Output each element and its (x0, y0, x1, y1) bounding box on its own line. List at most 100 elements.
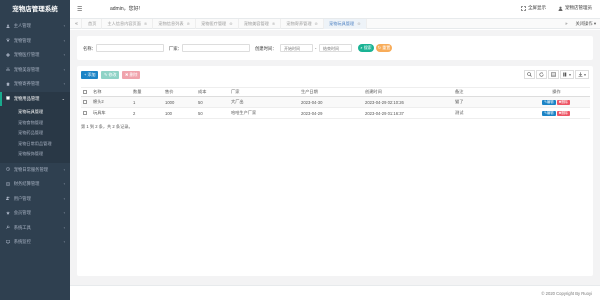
refresh-icon (539, 72, 544, 77)
cell-qty: 1 (131, 96, 163, 108)
tab-pet-medical[interactable]: 宠物医疗管理 ⊗ (196, 19, 239, 29)
sidebar-item-finance[interactable]: 财务结算管理 ‹ (0, 177, 70, 192)
table-row[interactable]: 玩具车 2 100 50 哈哈生产厂家 2023-04-29 2023-04-2… (81, 107, 590, 119)
sidebar-item-label: 宠物美容管理 (13, 66, 40, 72)
col-header-price[interactable]: 售价 (163, 87, 196, 97)
col-header-qty[interactable]: 数量 (131, 87, 163, 97)
add-button[interactable]: + 添加 (81, 71, 99, 79)
admin-greeting[interactable]: admin，您好! (110, 5, 140, 12)
maker-label: 厂家： (169, 46, 182, 51)
start-time-input[interactable] (280, 44, 313, 52)
col-header-name[interactable]: 名称 (91, 87, 131, 97)
tab-owner-info[interactable]: 主人信息内容页面 ⊗ (102, 19, 154, 29)
scissors-icon (6, 67, 10, 71)
tab-label: 主人信息内容页面 (107, 21, 141, 26)
user-menu-label: 宠物店管理员 (565, 5, 592, 10)
menu-toggle-icon[interactable]: ☰ (77, 6, 82, 13)
sidebar-item-pet[interactable]: 宠物管理 ‹ (0, 34, 70, 49)
home-icon (6, 81, 10, 86)
col-header-note[interactable]: 备注 (453, 87, 521, 97)
close-icon[interactable]: ⊗ (272, 21, 276, 26)
tab-pet-boarding[interactable]: 宠物寄养管理 ⊗ (281, 19, 325, 29)
name-input[interactable] (96, 44, 164, 52)
sidebar-subitem-daily[interactable]: 宠物日常用品管理 (0, 139, 70, 150)
sidebar-subitem-apparel[interactable]: 宠物服饰管理 (0, 149, 70, 160)
cell-maker: 哈哈生产厂家 (229, 107, 299, 119)
sidebar-subitem-food[interactable]: 宠物食物管理 (0, 118, 70, 129)
sidebar-item-member[interactable]: 会员管理 ‹ (0, 206, 70, 221)
col-header-cost[interactable]: 成本 (196, 87, 229, 97)
sidebar-subitem-toys[interactable]: 宠物玩具管理 (0, 107, 70, 118)
col-header-date[interactable]: 生产日期 (299, 87, 363, 97)
maker-input[interactable] (182, 44, 250, 52)
col-header-maker[interactable]: 厂家 (229, 87, 299, 97)
toggle-view-button[interactable] (548, 70, 559, 79)
export-button[interactable]: ▾ (575, 70, 589, 79)
close-operations-menu[interactable]: 关闭操作 ▾ (575, 19, 596, 29)
columns-button[interactable]: ▾ (560, 70, 574, 79)
delete-button[interactable]: ✖ 删除 (122, 71, 141, 79)
col-header-created[interactable]: 创建时间 (363, 87, 453, 97)
refresh-button[interactable] (536, 70, 547, 79)
cell-cost: 50 (196, 96, 229, 108)
close-icon[interactable]: ⊗ (315, 21, 319, 26)
grid-icon (551, 72, 556, 77)
service-icon (6, 167, 10, 171)
sidebar-item-users[interactable]: 用户管理 ‹ (0, 192, 70, 207)
close-icon[interactable]: ⊗ (229, 21, 233, 26)
tab-pet-toys[interactable]: 宠物玩具管理 ⊗ (324, 19, 367, 29)
sidebar-item-owner[interactable]: 主人管理 ‹ (0, 19, 70, 34)
download-icon (578, 72, 583, 77)
tab-label: 宠物信息列表 (158, 21, 184, 26)
close-icon[interactable]: ⊗ (144, 21, 148, 26)
sidebar-item-monitor[interactable]: 系统监控 ‹ (0, 235, 70, 250)
reset-button[interactable]: ↻ 重置 (376, 44, 392, 52)
row-checkbox[interactable] (83, 100, 87, 105)
reset-button-label: 重置 (382, 45, 391, 50)
select-all-checkbox[interactable] (83, 90, 87, 95)
sidebar-item-label: 宠物用品管理 (13, 95, 40, 101)
table-row[interactable]: 棉头2 1 1000 50 大厂出 2023-04-30 2023-04-29 … (81, 96, 590, 108)
close-icon[interactable]: ⊗ (187, 21, 191, 26)
sidebar-item-label: 系统监控 (13, 239, 31, 244)
row-delete-button[interactable]: ✖删除 (556, 100, 570, 105)
user-menu-button[interactable]: 宠物店管理员 (558, 5, 592, 11)
cell-actions: ✎编辑 ✖删除 (521, 107, 590, 119)
sidebar-item-medical[interactable]: 宠物医疗管理 ‹ (0, 48, 70, 63)
sidebar-subitem-medicine[interactable]: 宠物药品管理 (0, 128, 70, 139)
paw-icon (6, 38, 10, 42)
name-label: 名称： (83, 46, 96, 51)
edit-button[interactable]: ✎ 修改 (101, 71, 120, 79)
fullscreen-label: 全屏显示 (528, 5, 546, 10)
search-button[interactable]: ⌕ 搜索 (358, 44, 374, 52)
row-checkbox[interactable] (83, 111, 87, 116)
sidebar-item-supplies[interactable]: 宠物用品管理 ⌄ (0, 91, 70, 106)
close-icon[interactable]: ⊗ (357, 21, 361, 26)
tab-pet-grooming[interactable]: 宠物美容管理 ⊗ (239, 19, 282, 29)
chevron-left-icon: ‹ (63, 37, 65, 43)
tab-pet-list[interactable]: 宠物信息列表 ⊗ (153, 19, 197, 29)
toggle-search-button[interactable] (524, 70, 535, 79)
tab-scroll-left-icon[interactable]: « (72, 19, 82, 29)
sidebar-item-boarding[interactable]: 宠物寄养管理 ‹ (0, 77, 70, 92)
row-edit-button[interactable]: ✎编辑 (542, 100, 556, 105)
tab-home[interactable]: 首页 (83, 19, 103, 29)
sidebar-item-daily-service[interactable]: 宠物日常服务管理 ‹ (0, 163, 70, 178)
sidebar-item-tools[interactable]: 系统工具 ‹ (0, 221, 70, 236)
tab-label: 宠物美容管理 (243, 21, 269, 26)
row-delete-button[interactable]: ✖删除 (556, 111, 570, 116)
sidebar-item-label: 宠物日常服务管理 (13, 166, 49, 172)
box-icon (6, 96, 10, 100)
tab-tools: » 关闭操作 ▾ (565, 19, 596, 29)
cell-note: 猫了 (453, 96, 521, 108)
row-select-cell (81, 96, 91, 108)
sidebar-item-grooming[interactable]: 宠物美容管理 ‹ (0, 63, 70, 78)
sidebar-item-label: 会员管理 (13, 210, 31, 215)
app-brand: 宠物店管理系统 (0, 0, 70, 19)
end-time-input[interactable] (319, 44, 352, 52)
fullscreen-button[interactable]: 全屏显示 (521, 5, 546, 11)
row-edit-button[interactable]: ✎编辑 (542, 111, 556, 116)
chevron-left-icon: ‹ (63, 81, 65, 86)
tab-scroll-right-icon[interactable]: » (565, 19, 567, 29)
data-table: 名称 数量 售价 成本 厂家 生产日期 创建时间 备注 操作 棉头2 1 100… (81, 87, 590, 119)
